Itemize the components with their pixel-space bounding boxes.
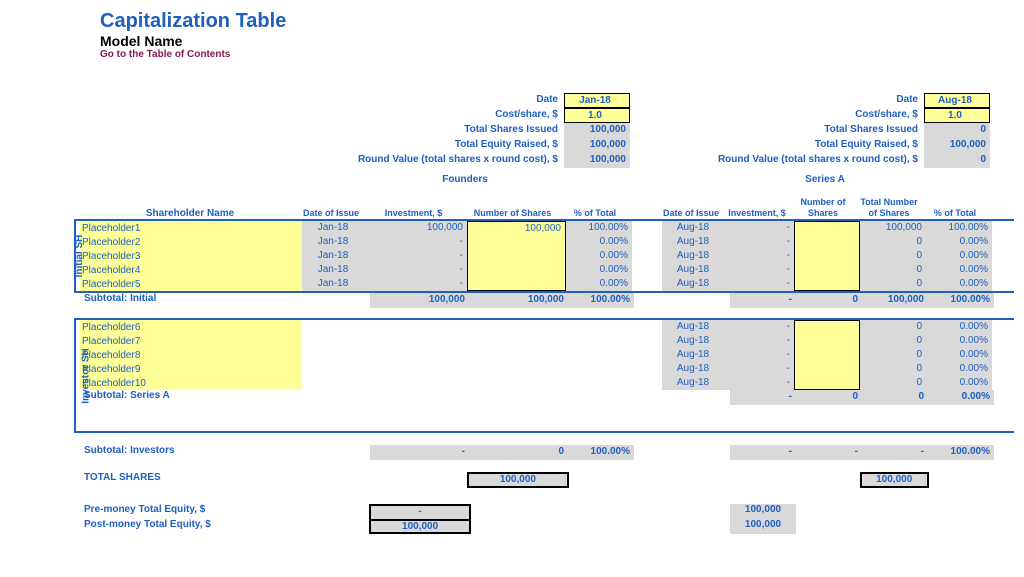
table-row: Placeholder6 Aug-18-00.00%	[80, 320, 1014, 334]
vlabel-initial: Initial SH	[74, 235, 85, 278]
label-tsi-a: Total Shares Issued	[824, 123, 924, 138]
table-row: Placeholder10 Aug-18-00.00%	[80, 376, 1014, 390]
shareholder-name[interactable]: Placeholder7	[80, 334, 302, 348]
col-pot-f: % of Total	[574, 208, 616, 219]
col-nos-f: Number of Shares	[474, 208, 552, 219]
section-founders: Founders	[300, 174, 630, 185]
seriesa-total-shares: 100,000	[860, 472, 929, 488]
shareholder-name[interactable]: Placeholder8	[80, 348, 302, 362]
founders-premoney: -	[369, 504, 471, 519]
label-premoney: Pre-money Total Equity, $	[80, 504, 304, 519]
toc-link[interactable]: Go to the Table of Contents	[100, 49, 1014, 60]
cell-shares[interactable]: 100,000	[467, 221, 566, 235]
col-doi-a: Date of Issue	[663, 208, 719, 219]
table-row: Placeholder7 Aug-18-00.00%	[80, 334, 1014, 348]
label-total-shares: TOTAL SHARES	[80, 472, 304, 488]
table-row: Placeholder5 Jan-18-0.00% Aug-18-00.00%	[80, 277, 1014, 291]
label-cost: Cost/share, $	[495, 108, 564, 123]
col-doi-f: Date of Issue	[303, 208, 359, 219]
label-rv-a: Round Value (total shares x round cost),…	[718, 153, 924, 168]
label-cost-a: Cost/share, $	[855, 108, 924, 123]
cell-investment: 100,000	[368, 221, 467, 235]
shareholder-name[interactable]: Placeholder1	[80, 221, 302, 235]
shareholder-name[interactable]: Placeholder9	[80, 362, 302, 376]
col-inv-a: Investment, $	[728, 208, 786, 219]
page-title: Capitalization Table	[100, 10, 1014, 33]
founders-total-shares: 100,000	[467, 472, 569, 488]
founders-tsi: 100,000	[564, 123, 630, 138]
col-inv-f: Investment, $	[385, 208, 443, 219]
cell-date: Jan-18	[302, 221, 368, 235]
shareholder-name[interactable]: Placeholder10	[80, 376, 302, 390]
label-postmoney: Post-money Total Equity, $	[80, 519, 304, 534]
seriesa-cost[interactable]: 1.0	[924, 108, 990, 123]
label-rv: Round Value (total shares x round cost),…	[358, 153, 564, 168]
label-ter: Total Equity Raised, $	[455, 138, 564, 153]
seriesa-ter: 100,000	[924, 138, 990, 153]
subtotal-initial: Subtotal: Initial 100,000100,000100.00% …	[80, 293, 1014, 308]
seriesa-tsi: 0	[924, 123, 990, 138]
founders-postmoney: 100,000	[369, 519, 471, 534]
section-seriesa: Series A	[660, 174, 990, 185]
subtotal-investors: Subtotal: Investors -0100.00% ---100.00%	[80, 445, 1014, 460]
label-date: Date	[536, 93, 564, 108]
shareholder-name[interactable]: Placeholder5	[80, 277, 302, 291]
label-date-a: Date	[896, 93, 924, 108]
page-subtitle: Model Name	[100, 33, 1014, 49]
founders-ter: 100,000	[564, 138, 630, 153]
seriesa-premoney: 100,000	[730, 504, 796, 519]
col-pot-a: % of Total	[934, 208, 976, 219]
group-initial-sh: Initial SH Placeholder1 Jan-18 100,000 1…	[74, 219, 1014, 293]
subtotal-seriesa: Subtotal: Series A -000.00%	[80, 390, 1014, 405]
shareholder-name[interactable]: Placeholder4	[80, 263, 302, 277]
table-row: Placeholder2 Jan-18-0.00% Aug-18-00.00%	[80, 235, 1014, 249]
founders-cost[interactable]: 1.0	[564, 108, 630, 123]
shareholder-name[interactable]: Placeholder3	[80, 249, 302, 263]
seriesa-postmoney: 100,000	[730, 519, 796, 534]
table-row: Placeholder8 Aug-18-00.00%	[80, 348, 1014, 362]
table-row: Placeholder4 Jan-18-0.00% Aug-18-00.00%	[80, 263, 1014, 277]
group-investor-sh: Investor SH Placeholder6 Aug-18-00.00% P…	[74, 318, 1014, 433]
col-nos-a: Number of Shares	[792, 197, 854, 219]
cell-pct: 100.00%	[566, 221, 632, 235]
shareholder-name[interactable]: Placeholder2	[80, 235, 302, 249]
label-tsi: Total Shares Issued	[464, 123, 564, 138]
col-shareholder: Shareholder Name	[80, 208, 300, 219]
table-row: Placeholder1 Jan-18 100,000 100,000 100.…	[80, 221, 1014, 235]
seriesa-date[interactable]: Aug-18	[924, 93, 990, 108]
founders-date[interactable]: Jan-18	[564, 93, 630, 108]
table-row: Placeholder3 Jan-18-0.00% Aug-18-00.00%	[80, 249, 1014, 263]
founders-rv: 100,000	[564, 153, 630, 168]
seriesa-rv: 0	[924, 153, 990, 168]
vlabel-investor: Investor SH	[80, 348, 91, 404]
shareholder-name[interactable]: Placeholder6	[80, 320, 302, 334]
label-ter-a: Total Equity Raised, $	[815, 138, 924, 153]
col-tnos-a: Total Number of Shares	[858, 197, 920, 219]
table-row: Placeholder9 Aug-18-00.00%	[80, 362, 1014, 376]
